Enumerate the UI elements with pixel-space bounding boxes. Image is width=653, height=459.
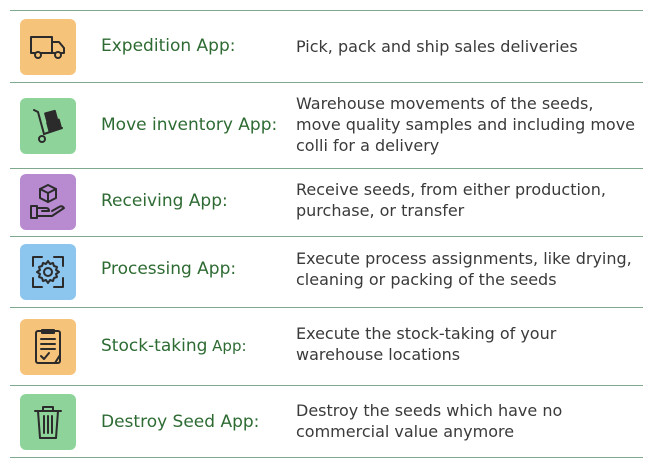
truck-icon: [30, 36, 65, 59]
table-row-expedition: Expedition App: Pick, pack and ship sale…: [10, 10, 643, 82]
icon-tile-processing: [20, 244, 76, 300]
app-description: Execute the stock-taking of your warehou…: [296, 324, 557, 364]
icon-tile-move-inventory: [20, 98, 76, 154]
icon-tile-destroy-seed: [20, 394, 76, 450]
app-description: Pick, pack and ship sales deliveries: [296, 37, 578, 56]
app-name-suffix: App:: [207, 337, 247, 355]
table-row-stock-taking: Stock-taking App: Execute the stock-taki…: [10, 307, 643, 385]
table-row-processing: Processing App: Execute process assignme…: [10, 236, 643, 307]
app-name: Move inventory App:: [101, 115, 278, 135]
app-name: Stock-taking App:: [101, 336, 247, 356]
icon-tile-expedition: [20, 19, 76, 75]
app-name: Processing App:: [101, 259, 237, 279]
icon-tile-stock-taking: [20, 319, 76, 375]
app-name: Destroy Seed App:: [101, 412, 260, 432]
clipboard-check-icon: [35, 329, 61, 364]
app-name: Receiving App:: [101, 191, 228, 211]
trash-bin-icon: [34, 406, 62, 439]
app-name: Expedition App:: [101, 36, 236, 56]
gear-cycle-icon: [32, 256, 64, 288]
hand-receiving-box-icon: [30, 184, 65, 219]
icon-tile-receiving: [20, 174, 76, 230]
hand-truck-icon: [33, 109, 63, 143]
table-row-receiving: Receiving App: Receive seeds, from eithe…: [10, 168, 643, 236]
table-row-destroy-seed: Destroy Seed App: Destroy the seeds whic…: [10, 385, 643, 458]
app-description: Warehouse movements of the seeds, move q…: [296, 94, 636, 155]
table-row-move-inventory: Move inventory App: Warehouse movements …: [10, 82, 643, 168]
app-description: Destroy the seeds which have no commerci…: [296, 401, 563, 441]
app-name-main: Stock-taking: [101, 336, 208, 356]
apps-table: Expedition App: Pick, pack and ship sale…: [10, 10, 643, 458]
app-description: Receive seeds, from either production, p…: [296, 180, 606, 220]
app-description: Execute process assignments, like drying…: [296, 249, 632, 289]
